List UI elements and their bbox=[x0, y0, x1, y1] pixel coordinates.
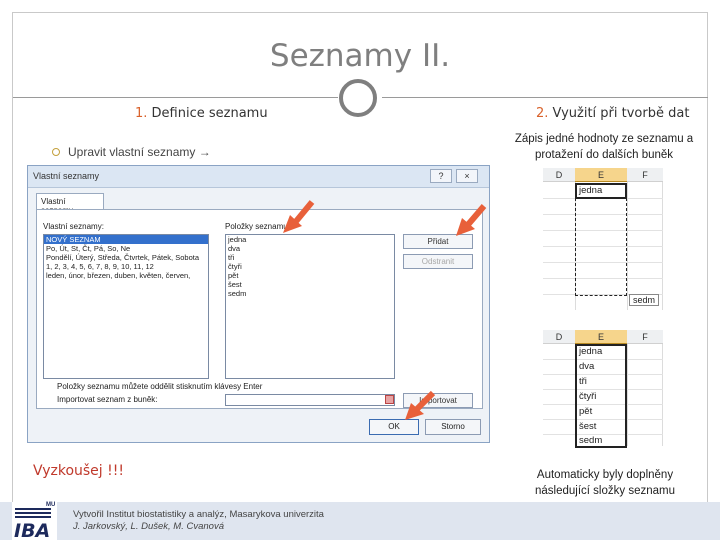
footer-institution: Vytvořil Institut biostatistiky a analýz… bbox=[73, 509, 324, 520]
cell-value: pět bbox=[579, 406, 593, 417]
logo-text: IBA bbox=[14, 520, 51, 540]
cell-value: jedna bbox=[579, 185, 603, 196]
footer-authors: J. Jarkovský, L. Dušek, M. Cvanová bbox=[73, 521, 224, 532]
arrow-icon bbox=[283, 200, 315, 233]
sheet-before: D E F jedna sedm bbox=[543, 168, 663, 310]
cell-value: tři bbox=[579, 376, 587, 387]
logo-mark: MU bbox=[46, 502, 56, 508]
description-bottom-line: Automaticky byly doplněny bbox=[536, 469, 674, 481]
arrow-icon bbox=[456, 204, 487, 236]
column-header[interactable]: F bbox=[627, 330, 663, 344]
logo-stripes-icon bbox=[15, 508, 51, 520]
column-header[interactable]: E bbox=[575, 168, 627, 182]
autofill-tooltip: sedm bbox=[629, 294, 660, 306]
column-header[interactable]: D bbox=[543, 168, 575, 182]
cell-value: čtyři bbox=[579, 391, 597, 402]
column-header[interactable]: F bbox=[627, 168, 663, 182]
description-bottom-line: následující složky seznamu bbox=[535, 485, 675, 497]
cell-value: sedm bbox=[579, 435, 603, 446]
arrow-icon bbox=[405, 390, 436, 420]
sheet-after: D E F jedna dva tři čtyři pět šest sedm bbox=[543, 330, 663, 448]
column-header[interactable]: E bbox=[575, 330, 627, 344]
cell-value: jedna bbox=[579, 346, 603, 357]
fill-range[interactable] bbox=[575, 183, 627, 296]
cell-value: dva bbox=[579, 361, 595, 372]
description-bottom: Automaticky byly doplněny následující sl… bbox=[515, 467, 695, 499]
column-header[interactable]: D bbox=[543, 330, 575, 344]
cell-value: šest bbox=[579, 421, 597, 432]
